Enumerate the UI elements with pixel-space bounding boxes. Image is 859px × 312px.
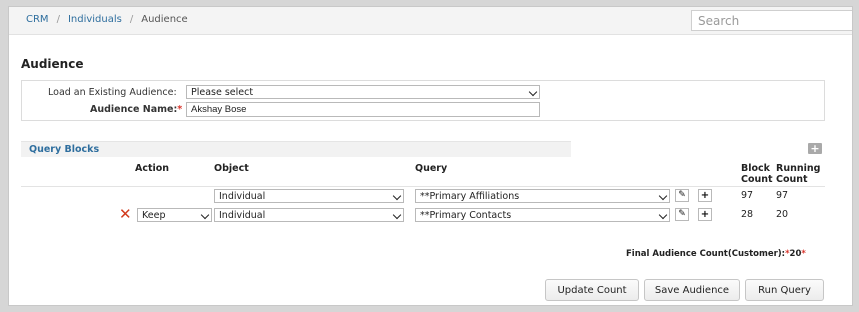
- update-count-button[interactable]: Update Count: [545, 279, 639, 301]
- final-count-label: Final Audience Count(Customer):: [626, 249, 786, 259]
- edit-pencil-icon[interactable]: ✎: [675, 189, 689, 202]
- object-select[interactable]: Individual: [214, 189, 404, 203]
- block-count-value: 28: [741, 209, 754, 220]
- query-select-value: **Primary Contacts: [420, 210, 512, 221]
- object-select-value: Individual: [219, 191, 266, 202]
- running-count-value: 20: [776, 209, 789, 220]
- header-block-count-line1: Block: [741, 163, 770, 174]
- header-action: Action: [135, 163, 170, 174]
- audience-name-label-text: Audience Name:: [90, 104, 178, 115]
- page-title: Audience: [21, 57, 84, 71]
- load-audience-value: Please select: [191, 87, 254, 98]
- object-select[interactable]: Individual: [214, 208, 404, 222]
- chevron-down-icon: [658, 191, 668, 201]
- header-running-count: Running Count: [776, 163, 820, 185]
- breadcrumb-separator: /: [129, 14, 134, 25]
- breadcrumb: CRM / Individuals / Audience: [26, 14, 188, 25]
- query-blocks-title: Query Blocks: [29, 144, 100, 155]
- add-row-plus-icon[interactable]: +: [698, 189, 712, 202]
- running-count-value: 97: [776, 190, 789, 201]
- action-select[interactable]: Keep: [137, 208, 212, 222]
- edit-pencil-icon[interactable]: ✎: [675, 208, 689, 221]
- add-row-plus-icon[interactable]: +: [698, 208, 712, 221]
- app-frame: CRM / Individuals / Audience Audience Load a…: [8, 6, 853, 306]
- action-select-value: Keep: [142, 210, 166, 221]
- query-select-value: **Primary Affiliations: [420, 191, 520, 202]
- final-count-value: 20: [789, 249, 802, 259]
- header-running-count-line1: Running: [776, 163, 821, 174]
- block-count-value: 97: [741, 190, 754, 201]
- breadcrumb-separator: /: [56, 14, 60, 25]
- final-audience-count: Final Audience Count(Customer):*20*: [626, 249, 806, 259]
- chevron-down-icon: [392, 191, 402, 201]
- run-query-button[interactable]: Run Query: [745, 279, 824, 301]
- required-marker: *: [177, 104, 183, 115]
- breadcrumb-bar: CRM / Individuals / Audience: [9, 7, 852, 35]
- search-input[interactable]: [691, 10, 852, 31]
- audience-name-input[interactable]: [186, 102, 540, 117]
- chevron-down-icon: [200, 210, 210, 220]
- chevron-down-icon: [392, 210, 402, 220]
- load-audience-label: Load an Existing Audience:: [48, 87, 177, 98]
- header-block-count: Block Count: [741, 163, 773, 185]
- required-marker: *: [801, 249, 806, 259]
- load-audience-select[interactable]: Please select: [186, 85, 540, 99]
- add-block-plus-icon[interactable]: +: [808, 143, 822, 154]
- header-divider: [21, 186, 825, 187]
- header-block-count-line2: Count: [741, 174, 773, 185]
- header-object: Object: [214, 163, 249, 174]
- chevron-down-icon: [528, 87, 538, 97]
- query-blocks-bar: Query Blocks: [21, 141, 571, 157]
- audience-name-label: Audience Name:*: [90, 104, 182, 115]
- query-select[interactable]: **Primary Contacts: [415, 208, 670, 222]
- breadcrumb-individuals[interactable]: Individuals: [68, 14, 122, 25]
- delete-x-icon[interactable]: ✕: [119, 207, 132, 222]
- breadcrumb-crm[interactable]: CRM: [26, 14, 49, 25]
- save-audience-button[interactable]: Save Audience: [644, 279, 740, 301]
- header-running-count-line2: Count: [776, 174, 808, 185]
- chevron-down-icon: [658, 210, 668, 220]
- object-select-value: Individual: [219, 210, 266, 221]
- query-select[interactable]: **Primary Affiliations: [415, 189, 670, 203]
- breadcrumb-current: Audience: [141, 14, 188, 25]
- header-query: Query: [415, 163, 448, 174]
